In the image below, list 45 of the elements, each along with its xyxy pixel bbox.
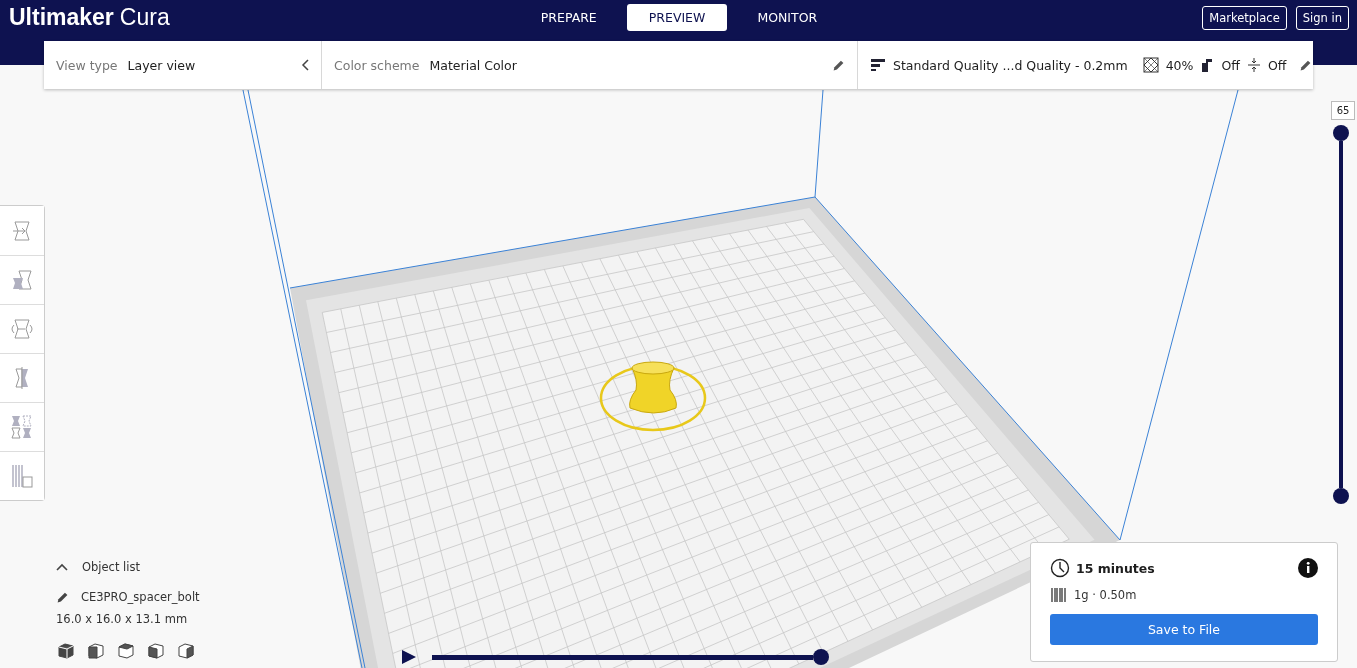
pencil-icon bbox=[56, 590, 69, 604]
stage-tab[interactable]: PREVIEW bbox=[626, 4, 728, 31]
support-value: Off bbox=[1221, 57, 1240, 73]
adhesion-icon bbox=[1246, 57, 1261, 73]
object-name[interactable]: CE3PRO_spacer_bolt bbox=[81, 590, 200, 604]
infill-icon bbox=[1142, 57, 1159, 73]
view-type-label: View type bbox=[56, 57, 118, 73]
filament-icon bbox=[1050, 587, 1068, 603]
print-time: 15 minutes bbox=[1076, 560, 1156, 576]
layer-number[interactable]: 65 bbox=[1331, 101, 1355, 120]
marketplace-button[interactable]: Marketplace bbox=[1202, 5, 1287, 30]
color-scheme-value[interactable]: Material Color bbox=[429, 57, 822, 73]
infill-value: 40% bbox=[1165, 57, 1194, 73]
support-blocker-icon bbox=[9, 463, 35, 489]
per-model-settings-icon bbox=[9, 414, 35, 440]
clock-icon bbox=[1050, 558, 1070, 578]
slider-track[interactable] bbox=[432, 655, 813, 660]
front-view-button[interactable] bbox=[86, 642, 106, 660]
view-type-value[interactable]: Layer view bbox=[127, 57, 291, 73]
object-dimensions: 16.0 x 16.0 x 13.1 mm bbox=[56, 612, 189, 626]
3d-view-button[interactable] bbox=[56, 642, 76, 660]
save-to-file-button[interactable]: Save to File bbox=[1050, 614, 1318, 645]
support-icon bbox=[1200, 57, 1215, 73]
rotate-icon bbox=[9, 317, 35, 341]
stage-tab[interactable]: PREPARE bbox=[518, 4, 619, 31]
layer-slider[interactable] bbox=[1333, 125, 1349, 504]
color-scheme-label: Color scheme bbox=[334, 57, 420, 73]
edit-button[interactable] bbox=[832, 58, 845, 72]
pencil-icon bbox=[832, 58, 845, 72]
stage-tab[interactable]: MONITOR bbox=[735, 4, 840, 31]
right-view-button[interactable] bbox=[176, 642, 196, 660]
sign-in-button[interactable]: Sign in bbox=[1295, 5, 1349, 30]
profile-name[interactable]: Standard Quality ...d Quality - 0.2mm bbox=[893, 57, 1128, 73]
slider-track[interactable] bbox=[1339, 141, 1343, 488]
left-view-button[interactable] bbox=[146, 642, 166, 660]
object-list-toggle[interactable]: Object list bbox=[56, 560, 200, 574]
adhesion-value: Off bbox=[1267, 57, 1287, 73]
collapse-button[interactable] bbox=[301, 59, 309, 71]
edit-button[interactable] bbox=[1299, 58, 1313, 72]
material-usage: 1g · 0.50m bbox=[1074, 588, 1137, 602]
profile-icon bbox=[870, 58, 886, 72]
app-logo: Ultimaker Cura bbox=[9, 4, 171, 31]
info-button[interactable] bbox=[1298, 558, 1318, 578]
top-view-button[interactable] bbox=[116, 642, 136, 660]
pencil-icon bbox=[1299, 58, 1313, 72]
